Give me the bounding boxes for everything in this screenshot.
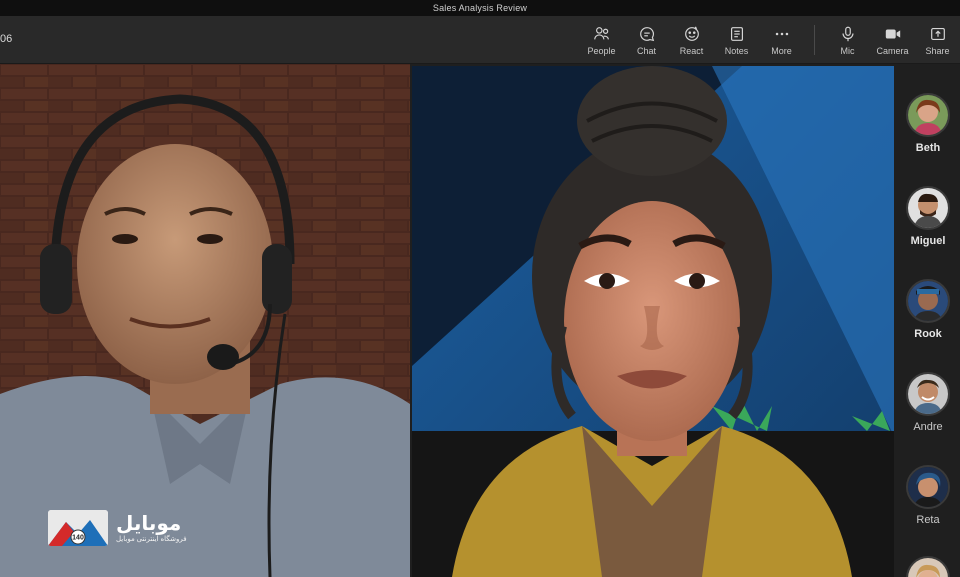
- avatar: [906, 465, 950, 509]
- avatar: [906, 372, 950, 416]
- people-label: People: [587, 45, 616, 56]
- avatar-image-reta: [908, 467, 948, 507]
- avatar-image-miguel: [908, 188, 948, 228]
- participant-video-feed: [0, 64, 410, 577]
- roster-participant-miguel[interactable]: Miguel: [896, 186, 960, 247]
- mic-button[interactable]: Mic: [825, 16, 870, 64]
- call-timer: 06: [0, 33, 13, 45]
- notes-label: Notes: [724, 45, 749, 56]
- logo-badge-number: 140: [72, 535, 84, 542]
- chat-label: Chat: [636, 45, 656, 56]
- mic-icon: [841, 26, 854, 41]
- title-bar: Sales Analysis Review: [0, 0, 960, 16]
- chat-button[interactable]: Chat: [624, 16, 669, 64]
- participant-name: Andre: [913, 421, 943, 433]
- mountain-logo-icon: 140: [48, 510, 108, 546]
- brand-name: موبایل: [116, 513, 182, 535]
- camera-button[interactable]: Camera: [870, 16, 915, 64]
- share-button[interactable]: Share: [915, 16, 960, 64]
- mic-label: Mic: [840, 45, 855, 56]
- brand-logo-mark: 140: [48, 510, 108, 546]
- people-icon: [593, 26, 609, 39]
- window-title: Sales Analysis Review: [432, 3, 528, 13]
- avatar-image-partial: [908, 558, 948, 577]
- avatar: [906, 93, 950, 137]
- participant-roster: Beth Miguel Rook Andre Reta: [896, 66, 960, 577]
- participant-name: Beth: [915, 142, 941, 154]
- brand-tagline: فروشگاه اینترنتی موبایل: [116, 536, 187, 543]
- roster-participant-partial[interactable]: [896, 556, 960, 577]
- people-button[interactable]: People: [579, 16, 624, 64]
- meeting-toolbar: 06 People Chat React Notes More Mic Came…: [0, 16, 960, 64]
- video-tile-avatar[interactable]: [412, 66, 894, 577]
- avatar-image-beth: [908, 95, 948, 135]
- notes-icon: [730, 26, 743, 41]
- toolbar-divider: [814, 25, 815, 55]
- avatar: [906, 279, 950, 323]
- share-label: Share: [925, 45, 950, 56]
- roster-participant-reta[interactable]: Reta: [896, 465, 960, 526]
- avatar: [906, 556, 950, 577]
- chat-icon: [639, 26, 654, 41]
- avatar: [906, 186, 950, 230]
- toolbar-buttons: People Chat React Notes More Mic Camera …: [579, 16, 960, 64]
- react-icon: [684, 26, 699, 41]
- roster-participant-beth[interactable]: Beth: [896, 93, 960, 154]
- react-button[interactable]: React: [669, 16, 714, 64]
- camera-icon: [885, 29, 900, 38]
- video-tile-participant[interactable]: 140 موبایل فروشگاه اینترنتی موبایل: [0, 64, 410, 577]
- avatar-video-feed: [412, 66, 894, 577]
- notes-button[interactable]: Notes: [714, 16, 759, 64]
- participant-name: Reta: [916, 514, 940, 526]
- roster-participant-rook[interactable]: Rook: [896, 279, 960, 340]
- roster-participant-andre[interactable]: Andre: [896, 372, 960, 433]
- more-icon: [775, 32, 788, 35]
- avatar-image-rook: [908, 281, 948, 321]
- share-icon: [930, 27, 945, 40]
- participant-name: Rook: [914, 328, 942, 340]
- more-label: More: [771, 45, 792, 56]
- avatar-image-andre: [908, 374, 948, 414]
- camera-label: Camera: [876, 45, 909, 56]
- react-label: React: [679, 45, 704, 56]
- participant-name: Miguel: [910, 235, 946, 247]
- more-button[interactable]: More: [759, 16, 804, 64]
- brand-watermark: 140 موبایل فروشگاه اینترنتی موبایل: [48, 510, 187, 546]
